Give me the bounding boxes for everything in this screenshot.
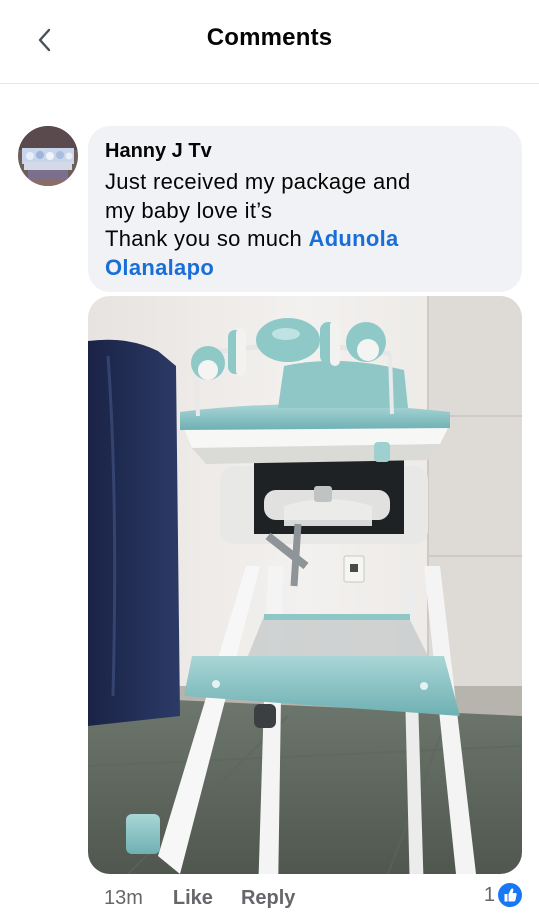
comment-actions: 13m Like Reply <box>104 884 323 912</box>
comment-line-3: Thank you so much Adunola <box>105 225 506 254</box>
mention-last[interactable]: Olanalapo <box>105 254 506 283</box>
comment-text: Just received my package and my baby lov… <box>105 168 506 282</box>
comment-line-1: Just received my package and <box>105 169 411 194</box>
reply-button[interactable]: Reply <box>241 887 295 910</box>
avatar[interactable] <box>18 126 78 186</box>
reaction-summary[interactable]: 1 <box>484 882 523 908</box>
comment-photo[interactable] <box>88 296 522 874</box>
comment-bubble: Hanny J Tv Just received my package and … <box>88 126 522 292</box>
comment-line-2: my baby love it’s <box>105 197 273 223</box>
like-button[interactable]: Like <box>173 887 213 910</box>
comment-author[interactable]: Hanny J Tv <box>105 139 506 163</box>
comment-line-3-text: Thank you so much <box>105 226 309 251</box>
reaction-count: 1 <box>483 883 495 906</box>
header-bar: Comments <box>0 0 539 84</box>
comment-time: 13m <box>104 886 143 909</box>
mention-first[interactable]: Adunola <box>309 226 399 251</box>
page-title: Comments <box>206 24 333 51</box>
like-thumb-icon <box>498 883 522 907</box>
